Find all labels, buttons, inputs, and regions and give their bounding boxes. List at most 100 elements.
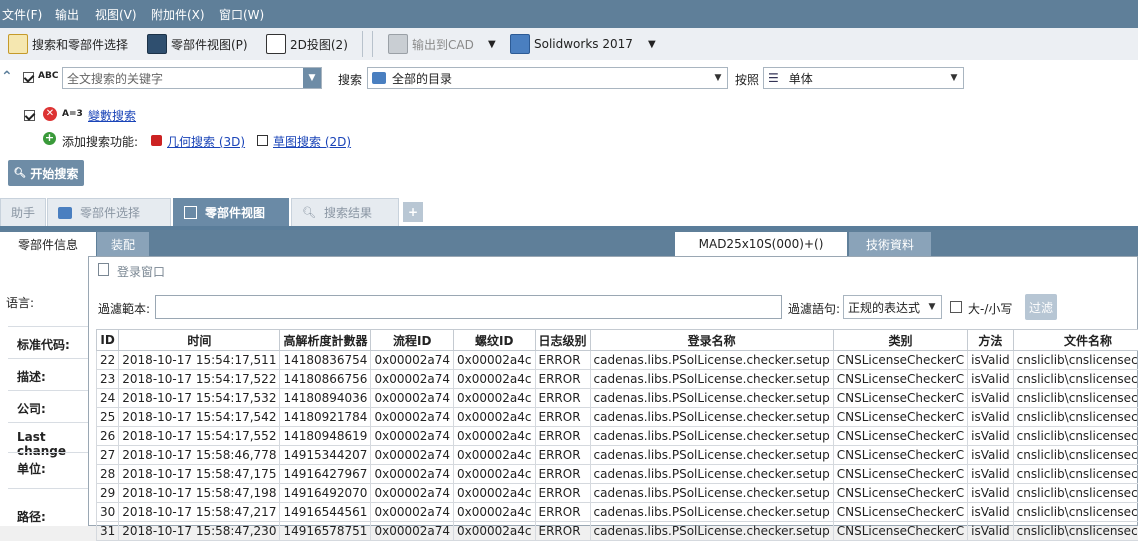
log-row[interactable]: 282018-10-17 15:58:47,175149164279670x00… (97, 465, 1138, 484)
tab-assistant[interactable]: 助手 (0, 198, 46, 226)
column-header[interactable]: 流程ID (371, 330, 454, 351)
remove-icon[interactable]: ✕ (43, 107, 57, 121)
cad-system-icon (510, 34, 530, 54)
expression-value: 正规的表达式 (844, 299, 920, 316)
menu-view[interactable]: 视图(V) (95, 6, 137, 23)
expression-select[interactable]: 正规的表达式 ▼ (843, 295, 942, 319)
column-header[interactable]: 类别 (833, 330, 967, 351)
chevron-down-icon: ▼ (648, 39, 656, 50)
menu-addons[interactable]: 附加件(X) (151, 6, 205, 23)
column-header[interactable]: ID (97, 330, 119, 351)
menu-file[interactable]: 文件(F) (2, 6, 42, 23)
column-header[interactable]: 日志级别 (535, 330, 590, 351)
log-cell: cadenas.libs.PSolLicense.checker.setup (590, 503, 833, 522)
log-cell: 0x00002a4c (454, 370, 536, 389)
log-row[interactable]: 312018-10-17 15:58:47,230149165787510x00… (97, 522, 1138, 541)
log-cell: 24 (97, 389, 119, 408)
tab-part-name[interactable]: MAD25x10S(000)+() (675, 232, 847, 256)
keyword-input[interactable]: 全文搜索的关键字 ▼ (62, 67, 322, 89)
tab-part-name-label: MAD25x10S(000)+() (699, 237, 824, 251)
tab-tech-docs[interactable]: 技術資料 (849, 232, 931, 256)
menu-window[interactable]: 窗口(W) (219, 6, 264, 23)
chevron-down-icon: ▼ (709, 68, 727, 88)
cad-system-selector[interactable]: Solidworks 2017 (510, 32, 633, 56)
export-cad-dropdown[interactable]: ▼ (488, 32, 496, 56)
case-checkbox[interactable] (950, 301, 962, 313)
log-row[interactable]: 272018-10-17 15:58:46,778149153442070x00… (97, 446, 1138, 465)
log-cell: 14180894036 (280, 389, 371, 408)
log-row[interactable]: 252018-10-17 15:54:17,542141809217840x00… (97, 408, 1138, 427)
column-header[interactable]: 时间 (119, 330, 280, 351)
part-view-button[interactable]: 零部件视图(P) (147, 32, 248, 56)
search-parts-label: 搜索和零部件选择 (32, 36, 128, 53)
log-row[interactable]: 262018-10-17 15:54:17,552141809486190x00… (97, 427, 1138, 446)
cad-system-dropdown[interactable]: ▼ (648, 32, 656, 56)
log-cell: ERROR (535, 484, 590, 503)
filter-input[interactable] (155, 295, 782, 319)
add-tab-button[interactable]: + (403, 202, 423, 222)
log-cell: isValid (968, 522, 1014, 541)
log-cell: 2018-10-17 15:54:17,542 (119, 408, 280, 427)
fulltext-checkbox[interactable] (23, 72, 34, 83)
param-search-link[interactable]: 變數搜索 (88, 107, 136, 124)
log-cell: 2018-10-17 15:54:17,522 (119, 370, 280, 389)
log-cell: 0x00002a74 (371, 446, 454, 465)
log-cell: 14180836754 (280, 351, 371, 370)
log-cell: cadenas.libs.PSolLicense.checker.setup (590, 446, 833, 465)
log-row[interactable]: 292018-10-17 15:58:47,198149164920700x00… (97, 484, 1138, 503)
export-cad-icon (388, 34, 408, 54)
column-header[interactable]: 高解析度計數器 (280, 330, 371, 351)
export-cad-button[interactable]: 输出到CAD (388, 32, 474, 56)
column-header[interactable]: 方法 (968, 330, 1014, 351)
company-label: 公司: (17, 400, 46, 417)
search-parts-button[interactable]: 搜索和零部件选择 (8, 32, 128, 56)
log-row[interactable]: 242018-10-17 15:54:17,532141808940360x00… (97, 389, 1138, 408)
column-header[interactable]: 螺纹ID (454, 330, 536, 351)
log-cell: ERROR (535, 389, 590, 408)
log-cell: isValid (968, 408, 1014, 427)
collapse-icon[interactable]: ⌃ (1, 69, 13, 85)
log-cell: ERROR (535, 503, 590, 522)
tab-tech-docs-label: 技術資料 (866, 236, 914, 253)
param-search-checkbox[interactable] (24, 110, 35, 121)
main-tabs: 助手 零部件选择 零部件视图 🔍︎ 搜索结果 + (0, 196, 1138, 228)
log-row[interactable]: 232018-10-17 15:54:17,522141808667560x00… (97, 370, 1138, 389)
log-cell: ERROR (535, 408, 590, 427)
toolbar-separator (372, 31, 373, 57)
tab-assembly[interactable]: 装配 (97, 232, 149, 256)
log-cell: CNSLicenseCheckerC (833, 408, 967, 427)
log-cell: cnsliclib\cnslicensechec (1013, 465, 1138, 484)
log-cell: 0x00002a4c (454, 484, 536, 503)
log-row[interactable]: 222018-10-17 15:54:17,511141808367540x00… (97, 351, 1138, 370)
tab-part-info-label: 零部件信息 (18, 236, 78, 253)
menu-output[interactable]: 输出 (55, 6, 79, 23)
log-row[interactable]: 302018-10-17 15:58:47,217149165445610x00… (97, 503, 1138, 522)
log-cell: 2018-10-17 15:54:17,511 (119, 351, 280, 370)
column-header[interactable]: 登录名称 (590, 330, 833, 351)
log-cell: 0x00002a4c (454, 408, 536, 427)
geometry-search-link[interactable]: 几何搜索 (3D) (167, 133, 245, 150)
log-cell: 28 (97, 465, 119, 484)
log-cell: cnsliclib\cnslicensechec (1013, 503, 1138, 522)
start-search-label: 开始搜索 (30, 165, 78, 182)
log-cell: isValid (968, 484, 1014, 503)
log-cell: CNSLicenseCheckerC (833, 370, 967, 389)
catalog-select[interactable]: 全部的目录 ▼ (367, 67, 728, 89)
drawing-2d-button[interactable]: 2D投图(2) (266, 32, 348, 56)
cad-system-label: Solidworks 2017 (534, 37, 633, 51)
unit-select[interactable]: ☰ 单体 ▼ (763, 67, 964, 89)
start-search-button[interactable]: 🔍︎ 开始搜索 (8, 160, 84, 186)
tab-part-view[interactable]: 零部件视图 (173, 198, 289, 226)
log-cell: isValid (968, 446, 1014, 465)
filter-button[interactable]: 过滤 (1025, 294, 1057, 320)
sketch-search-link[interactable]: 草图搜索 (2D) (273, 133, 351, 150)
column-header[interactable]: 文件名称 (1013, 330, 1138, 351)
tab-part-info[interactable]: 零部件信息 (0, 232, 96, 256)
search-icon: 🔍︎ (302, 206, 316, 219)
tab-part-select[interactable]: 零部件选择 (47, 198, 171, 226)
chevron-down-icon[interactable]: ▼ (303, 68, 321, 88)
tab-search-results[interactable]: 🔍︎ 搜索结果 (291, 198, 399, 226)
log-cell: isValid (968, 503, 1014, 522)
filter-label: 過濾範本: (98, 300, 150, 317)
log-cell: 30 (97, 503, 119, 522)
